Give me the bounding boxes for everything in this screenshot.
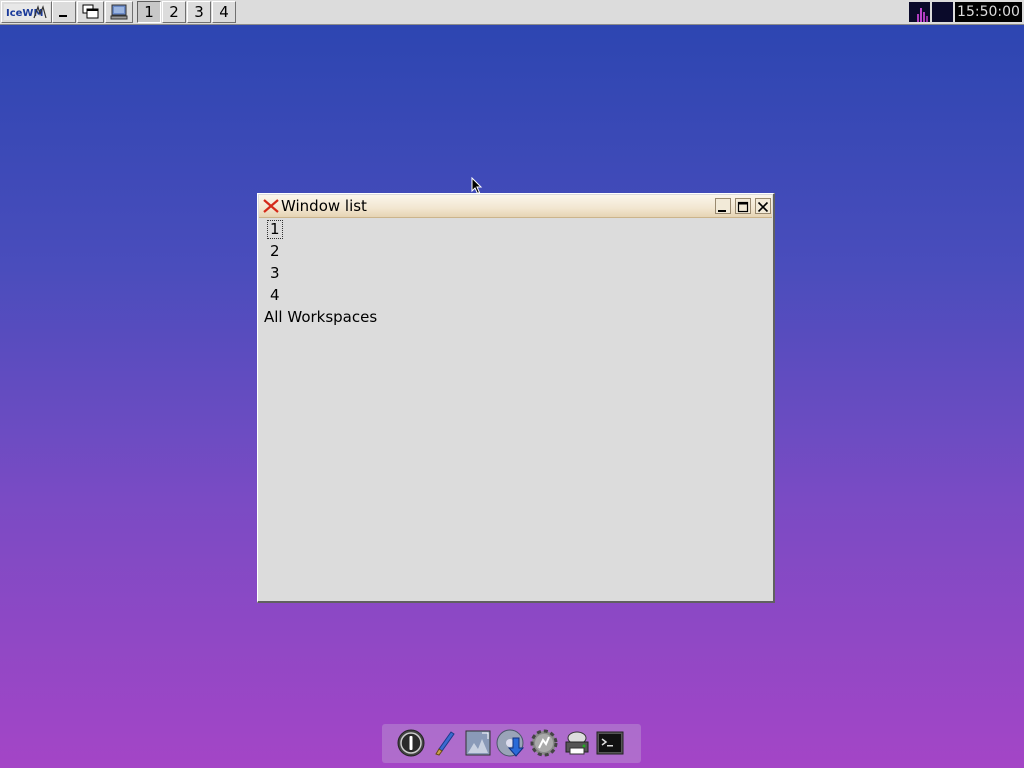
window-title: Window list xyxy=(281,197,367,215)
workspace-button-4[interactable]: 4 xyxy=(212,1,236,23)
power-icon[interactable] xyxy=(396,728,426,758)
window-list-icon xyxy=(82,4,98,19)
maximize-button[interactable] xyxy=(735,198,751,214)
clock[interactable]: 15:50:00 xyxy=(955,2,1022,22)
minimize-all-button[interactable] xyxy=(52,1,76,23)
dock xyxy=(382,724,641,763)
workspace-button-2[interactable]: 2 xyxy=(162,1,186,23)
minimize-icon xyxy=(718,210,726,212)
icewm-logo-icon: IceWM xyxy=(3,4,50,20)
list-item[interactable]: 4 xyxy=(262,284,562,306)
start-menu-button[interactable]: IceWM xyxy=(1,1,52,23)
workspace-button-3[interactable]: 3 xyxy=(187,1,211,23)
title-bar[interactable]: Window list xyxy=(259,195,772,218)
list-item-all-workspaces[interactable]: All Workspaces xyxy=(262,306,562,328)
window-list-button[interactable] xyxy=(77,1,104,23)
show-desktop-button[interactable] xyxy=(105,1,133,23)
minimize-button[interactable] xyxy=(715,198,731,214)
taskbar: IceWM 1 2 3 4 15:50:00 xyxy=(0,0,1024,25)
list-item[interactable]: 3 xyxy=(262,262,562,284)
close-button[interactable] xyxy=(755,198,771,214)
image-editor-icon[interactable] xyxy=(463,728,493,758)
x-logo-icon xyxy=(263,199,279,213)
list-item[interactable]: 2 xyxy=(262,240,562,262)
mouse-cursor-icon xyxy=(471,177,483,195)
gear-icon[interactable] xyxy=(529,728,559,758)
paintbrush-icon[interactable] xyxy=(430,728,460,758)
list-item-label: 3 xyxy=(270,264,280,282)
network-monitor-icon[interactable] xyxy=(932,2,953,22)
workspace-list: 1 2 3 4 All Workspaces xyxy=(262,218,562,328)
list-item-label: 2 xyxy=(270,242,280,260)
cpu-monitor-icon[interactable] xyxy=(909,2,930,22)
workspace-button-1[interactable]: 1 xyxy=(137,1,161,23)
maximize-icon xyxy=(737,201,749,213)
minimize-all-icon xyxy=(59,15,67,17)
list-item-label: 1 xyxy=(267,220,283,239)
printer-icon[interactable] xyxy=(562,728,592,758)
download-icon[interactable] xyxy=(495,728,525,758)
list-item[interactable]: 1 xyxy=(262,218,562,240)
close-icon xyxy=(757,201,769,213)
window-list-window: Window list 1 2 3 4 All Workspaces xyxy=(257,193,775,603)
show-desktop-icon xyxy=(110,4,128,20)
list-item-label: 4 xyxy=(270,286,280,304)
svg-text:IceWM: IceWM xyxy=(6,8,43,19)
terminal-icon[interactable] xyxy=(595,728,625,758)
